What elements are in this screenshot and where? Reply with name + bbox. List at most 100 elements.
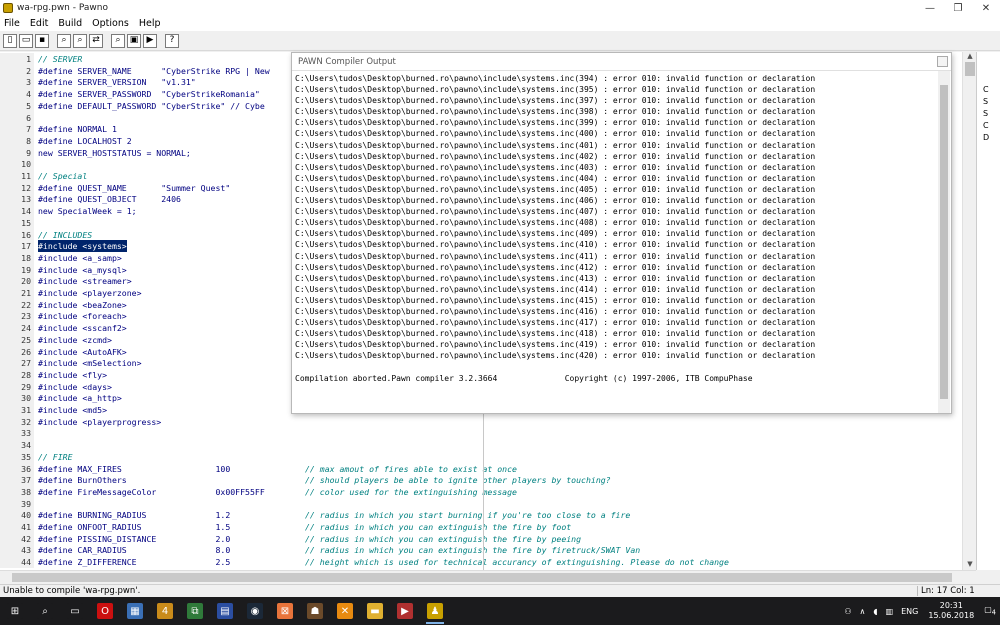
function-list-item[interactable]: C	[977, 84, 1000, 96]
code-line[interactable]: 43 #define CAR_RADIUS 8.0 // radius in whi…	[0, 544, 962, 557]
app-400-glyph: 4	[157, 603, 173, 619]
menu-help[interactable]: Help	[139, 18, 161, 29]
scroll-up-icon[interactable]: ▲	[963, 52, 977, 62]
network-icon[interactable]: ▤	[212, 598, 238, 624]
save-file-icon[interactable]: ▪	[35, 33, 49, 48]
open-file-icon[interactable]: ▭	[19, 33, 33, 48]
find-next-icon[interactable]: ⌕	[73, 33, 87, 48]
compile-icon[interactable]: ▣	[127, 33, 141, 48]
code-line[interactable]: 34	[0, 439, 962, 452]
run-icon[interactable]: ▶	[143, 33, 157, 48]
minimize-button[interactable]: —	[916, 0, 944, 16]
network-status-icon[interactable]: ▥	[886, 607, 894, 616]
menu-edit[interactable]: Edit	[30, 18, 48, 29]
code-line[interactable]: 33	[0, 427, 962, 440]
compiler-error-line: C:\Users\tudos\Desktop\burned.ro\pawno\i…	[295, 107, 816, 117]
line-number: 37	[0, 474, 34, 487]
close-button[interactable]: ✕	[972, 0, 1000, 16]
volume-icon[interactable]: ◖	[873, 607, 877, 616]
line-number: 33	[0, 427, 34, 440]
xampp-icon[interactable]: ⊠	[272, 598, 298, 624]
media-icon[interactable]: ▶	[392, 598, 418, 624]
start-icon[interactable]: ⊞	[2, 598, 28, 624]
calculator-icon[interactable]: ▦	[122, 598, 148, 624]
function-list-item[interactable]: D	[977, 132, 1000, 144]
compiler-output-scrollbar[interactable]	[938, 71, 950, 413]
new-file-icon[interactable]: ▯	[3, 33, 17, 48]
code-line[interactable]: 42 #define PISSING_DISTANCE 2.0 // radius …	[0, 532, 962, 545]
system-tray: ⚇ ∧ ◖ ▥ ENG 20:31 15.06.2018 ▢4	[840, 597, 1000, 625]
compiler-error-line: C:\Users\tudos\Desktop\burned.ro\pawno\i…	[295, 196, 816, 206]
scroll-thumb[interactable]	[965, 62, 975, 76]
hscroll-thumb[interactable]	[12, 573, 952, 582]
code-line[interactable]: 32 #include <playerprogress>	[0, 415, 962, 428]
compiler-output-close-button[interactable]	[937, 56, 948, 67]
function-list-item[interactable]: C	[977, 120, 1000, 132]
compiler-error-line: C:\Users\tudos\Desktop\burned.ro\pawno\i…	[295, 207, 816, 217]
code-line[interactable]: 40 #define BURNING_RADIUS 1.2 // radius in…	[0, 509, 962, 522]
editor-vertical-scrollbar[interactable]: ▲ ▼	[962, 52, 976, 570]
compiler-error-line: C:\Users\tudos\Desktop\burned.ro\pawno\i…	[295, 184, 816, 194]
line-number: 19	[0, 263, 34, 276]
code-line[interactable]: 38 #define FireMessageColor 0x00FF55FF // …	[0, 485, 962, 498]
people-icon[interactable]: ⚇	[844, 607, 851, 616]
language-indicator[interactable]: ENG	[901, 607, 918, 616]
scroll-down-icon[interactable]: ▼	[963, 560, 977, 570]
search-icon[interactable]: ⌕	[32, 598, 58, 624]
code-line[interactable]: 44 #define Z_DIFFERENCE 2.5 // height whic…	[0, 556, 962, 569]
compiler-error-line: C:\Users\tudos\Desktop\burned.ro\pawno\i…	[295, 273, 816, 283]
file-copy-icon[interactable]: ⧉	[182, 598, 208, 624]
code-line[interactable]: 41 #define ONFOOT_RADIUS 1.5 // radius in …	[0, 521, 962, 533]
line-number: 23	[0, 310, 34, 323]
find-icon[interactable]: ⌕	[57, 33, 71, 48]
code-text: #include <beaZone>	[38, 299, 127, 310]
code-text: #define BurnOthers	[38, 475, 127, 486]
task-view-icon[interactable]: ▭	[62, 598, 88, 624]
code-text: #define SERVER_NAME "CyberStrike RPG | N…	[38, 65, 270, 76]
steam-icon[interactable]: ◉	[242, 598, 268, 624]
clock[interactable]: 20:31 15.06.2018	[928, 601, 974, 621]
compiler-error-line: C:\Users\tudos\Desktop\burned.ro\pawno\i…	[295, 229, 816, 239]
maximize-button[interactable]: ❐	[944, 0, 972, 16]
menu-file[interactable]: File	[4, 18, 20, 29]
line-number: 38	[0, 485, 34, 498]
pawno-icon[interactable]: ♟	[422, 598, 448, 624]
calculator-glyph: ▦	[127, 603, 143, 619]
code-comment: // radius in which you start burning if …	[305, 510, 631, 521]
compiler-error-line: C:\Users\tudos\Desktop\burned.ro\pawno\i…	[295, 173, 816, 183]
function-list-item[interactable]: S	[977, 108, 1000, 120]
goto-icon[interactable]: ⌕	[111, 33, 125, 48]
menu-build[interactable]: Build	[58, 18, 82, 29]
line-number: 1	[0, 53, 34, 65]
compiler-output-scroll-thumb[interactable]	[940, 85, 948, 399]
opera-icon[interactable]: O	[92, 598, 118, 624]
game-icon[interactable]: ☗	[302, 598, 328, 624]
code-text: #define QUEST_NAME "Summer Quest"	[38, 182, 231, 193]
compiler-output-titlebar[interactable]: PAWN Compiler Output	[292, 53, 951, 71]
notifications-icon[interactable]: ▢4	[984, 605, 996, 617]
title-bar: wa-rpg.pwn - Pawno — ❐ ✕	[0, 0, 1000, 16]
compiler-output-window[interactable]: PAWN Compiler Output C:\Users\tudos\Desk…	[291, 52, 952, 414]
compiler-output-text[interactable]: C:\Users\tudos\Desktop\burned.ro\pawno\i…	[295, 73, 935, 384]
code-text: #define NORMAL 1	[38, 124, 117, 135]
code-line[interactable]: 36 #define MAX_FIRES 100 // max amout of f…	[0, 462, 962, 475]
menu-options[interactable]: Options	[92, 18, 129, 29]
code-line[interactable]: 35 // FIRE	[0, 450, 962, 463]
line-number: 31	[0, 404, 34, 416]
x-app-icon[interactable]: ✕	[332, 598, 358, 624]
search-glyph: ⌕	[37, 603, 53, 619]
app-400-icon[interactable]: 4	[152, 598, 178, 624]
cursor-position: Ln: 17 Col: 1	[917, 586, 975, 596]
file-copy-glyph: ⧉	[187, 603, 203, 619]
xampp-glyph: ⊠	[277, 603, 293, 619]
editor-horizontal-scrollbar[interactable]	[0, 570, 976, 584]
code-text: #define DEFAULT_PASSWORD "CyberStrike" /…	[38, 100, 265, 111]
help-icon[interactable]: ?	[165, 33, 179, 48]
line-number: 11	[0, 170, 34, 182]
function-list-item[interactable]: S	[977, 96, 1000, 108]
replace-icon[interactable]: ⇄	[89, 33, 103, 48]
code-line[interactable]: 39	[0, 497, 962, 510]
code-line[interactable]: 37 #define BurnOthers // should players be…	[0, 474, 962, 487]
show-hidden-icons-icon[interactable]: ∧	[859, 607, 865, 616]
folder-icon[interactable]: ▬	[362, 598, 388, 624]
